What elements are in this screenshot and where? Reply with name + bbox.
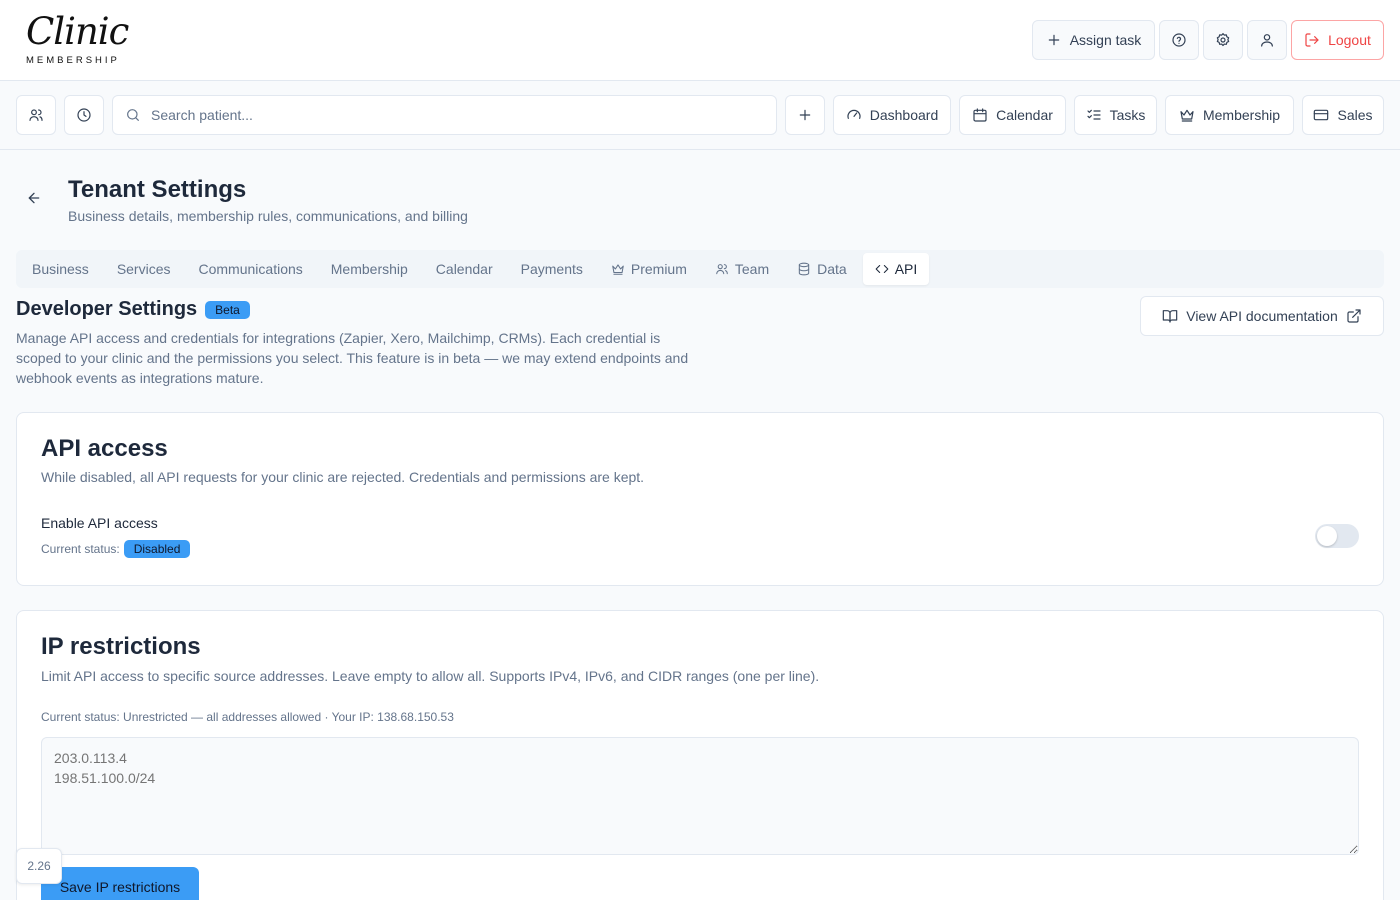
help-button[interactable]	[1159, 20, 1199, 60]
tab-label: Services	[116, 261, 171, 277]
gear-icon	[1216, 33, 1230, 47]
crown-icon	[1180, 109, 1194, 122]
page-title: Tenant Settings	[68, 176, 247, 203]
recent-button[interactable]	[64, 95, 104, 135]
back-button[interactable]	[26, 190, 46, 210]
credit-card-icon	[1314, 109, 1329, 121]
tab-label: Team	[734, 261, 770, 277]
ip-status-line: Current status: Unrestricted — all addre…	[41, 710, 454, 724]
tab-team[interactable]: Team	[703, 253, 781, 285]
tab-payments[interactable]: Payments	[509, 253, 595, 285]
tab-communications[interactable]: Communications	[187, 253, 315, 285]
ip-allowlist-textarea[interactable]	[41, 737, 1359, 855]
tab-label: Premium	[630, 261, 687, 277]
ip-restrictions-card: IP restrictions Limit API access to spec…	[16, 610, 1384, 900]
ip-restrictions-description: Limit API access to specific source addr…	[41, 668, 820, 684]
view-api-docs-button[interactable]: View API documentation	[1140, 296, 1384, 336]
nav-membership[interactable]: Membership	[1165, 95, 1294, 135]
logo-script-text: Clinic	[26, 10, 129, 53]
save-ip-restrictions-button[interactable]: Save IP restrictions	[41, 867, 199, 900]
clinic-logo[interactable]: Clinic MEMBERSHIP	[16, 8, 130, 72]
top-bar: Clinic MEMBERSHIP Assign task Logout	[0, 0, 1400, 81]
logout-button[interactable]: Logout	[1291, 20, 1384, 60]
external-link-icon	[1347, 309, 1361, 323]
ip-restrictions-title: IP restrictions	[41, 633, 201, 660]
database-icon	[798, 262, 810, 276]
profile-button[interactable]	[1247, 20, 1287, 60]
tab-data[interactable]: Data	[785, 253, 859, 285]
tab-label: Communications	[198, 261, 303, 277]
api-status-badge: Disabled	[123, 540, 191, 558]
tab-label: Calendar	[435, 261, 493, 277]
add-button[interactable]	[785, 95, 825, 135]
api-access-card: API access While disabled, all API reque…	[16, 412, 1384, 586]
nav-dashboard[interactable]: Dashboard	[833, 95, 951, 135]
tab-label: Business	[32, 261, 89, 277]
tab-services[interactable]: Services	[105, 253, 183, 285]
help-icon	[1172, 33, 1186, 47]
enable-api-toggle[interactable]	[1315, 524, 1359, 548]
view-api-docs-label: View API documentation	[1186, 308, 1338, 324]
tab-label: Data	[817, 261, 847, 277]
search-input[interactable]	[151, 107, 751, 123]
tab-business[interactable]: Business	[20, 253, 101, 285]
code-icon	[875, 264, 889, 274]
nav-bar: Dashboard Calendar Tasks Membership Sale…	[0, 81, 1400, 150]
user-icon	[1261, 34, 1273, 47]
arrow-left-icon	[28, 192, 40, 204]
tab-label: Membership	[330, 261, 408, 277]
nav-dashboard-label: Dashboard	[869, 107, 939, 123]
developer-settings-title: Developer Settings	[16, 298, 198, 320]
tab-calendar[interactable]: Calendar	[424, 253, 505, 285]
tab-label: Payments	[520, 261, 583, 277]
assign-task-button[interactable]: Assign task	[1032, 20, 1155, 60]
toggle-knob	[1317, 526, 1337, 546]
developer-settings-heading: Developer Settings Beta	[16, 298, 250, 321]
tab-premium[interactable]: Premium	[599, 253, 699, 285]
search-icon	[127, 109, 139, 121]
logout-label: Logout	[1328, 32, 1371, 48]
api-status-label: Current status:	[41, 542, 120, 556]
users-icon	[716, 264, 728, 275]
settings-button[interactable]	[1203, 20, 1243, 60]
settings-tabs: Business Services Communications Members…	[16, 250, 1384, 288]
api-status-row: Current status: Disabled	[41, 540, 191, 558]
calendar-icon	[973, 108, 987, 122]
tab-membership[interactable]: Membership	[319, 253, 420, 285]
logout-icon	[1305, 33, 1319, 47]
list-checks-icon	[1086, 109, 1101, 120]
clock-icon	[77, 108, 91, 122]
tab-label: API	[894, 261, 918, 277]
enable-api-label: Enable API access	[41, 515, 158, 531]
logo-subtitle: MEMBERSHIP	[26, 55, 120, 66]
nav-calendar-label: Calendar	[996, 107, 1053, 123]
book-open-icon	[1162, 310, 1178, 323]
patients-button[interactable]	[16, 95, 56, 135]
api-access-title: API access	[41, 435, 168, 462]
users-icon	[29, 109, 43, 121]
nav-sales[interactable]: Sales	[1302, 95, 1384, 135]
beta-badge: Beta	[205, 300, 250, 319]
nav-calendar[interactable]: Calendar	[959, 95, 1066, 135]
tab-api[interactable]: API	[862, 253, 930, 285]
search-bar	[112, 95, 777, 135]
developer-settings-description: Manage API access and credentials for in…	[16, 330, 689, 386]
nav-tasks[interactable]: Tasks	[1074, 95, 1157, 135]
crown-icon	[612, 264, 624, 275]
assign-task-label: Assign task	[1069, 32, 1142, 48]
nav-membership-label: Membership	[1202, 107, 1281, 123]
api-access-description: While disabled, all API requests for you…	[41, 469, 645, 485]
plus-icon	[1048, 34, 1059, 46]
nav-tasks-label: Tasks	[1109, 107, 1146, 123]
version-badge: 2.26	[16, 848, 62, 884]
plus-icon	[799, 109, 811, 121]
gauge-icon	[847, 109, 861, 119]
page-subtitle: Business details, membership rules, comm…	[68, 208, 468, 224]
nav-sales-label: Sales	[1337, 107, 1373, 123]
